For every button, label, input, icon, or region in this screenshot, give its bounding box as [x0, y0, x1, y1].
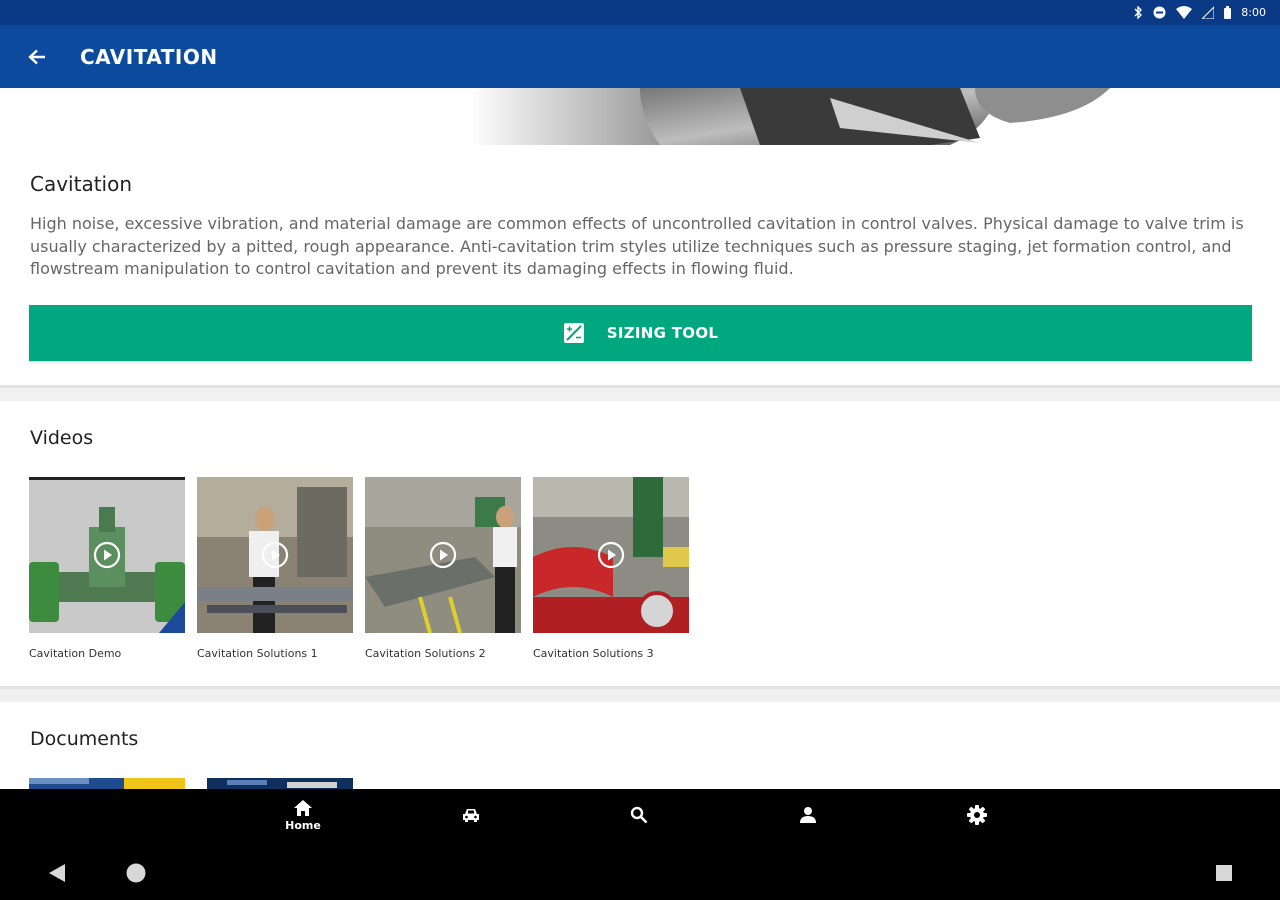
hero-image: [0, 88, 1280, 145]
play-icon: [429, 541, 457, 569]
play-icon: [597, 541, 625, 569]
wifi-icon: [1176, 6, 1193, 19]
system-back-button[interactable]: [45, 861, 69, 885]
car-icon: [463, 809, 479, 822]
documents-section: Documents: [0, 702, 1280, 790]
bottom-navigation: Home: [0, 789, 1280, 841]
video-card[interactable]: Cavitation Demo: [29, 477, 185, 660]
square-recents-icon: [1216, 865, 1232, 881]
calculator-icon: [563, 323, 584, 343]
system-navigation: [0, 841, 1280, 900]
status-bar: 8:00: [0, 0, 1280, 25]
documents-title: Documents: [30, 728, 139, 750]
home-icon: [294, 799, 312, 816]
video-card[interactable]: Cavitation Solutions 3: [533, 477, 689, 660]
nav-home[interactable]: Home: [263, 789, 343, 841]
system-home-button[interactable]: [124, 861, 148, 885]
do-not-disturb-icon: [1153, 6, 1166, 19]
video-thumbnail: [29, 477, 185, 633]
video-thumbnail: [533, 477, 689, 633]
videos-title: Videos: [30, 427, 94, 449]
system-recents-button[interactable]: [1212, 861, 1236, 885]
triangle-back-icon: [49, 864, 65, 882]
person-icon: [800, 807, 816, 823]
bluetooth-icon: [1133, 6, 1143, 19]
app-bar: CAVITATION: [0, 25, 1280, 88]
nav-vehicle[interactable]: [431, 789, 511, 841]
video-card[interactable]: Cavitation Solutions 2: [365, 477, 521, 660]
video-caption: Cavitation Solutions 2: [365, 647, 486, 660]
gear-icon: [967, 805, 987, 825]
video-thumbnail: [365, 477, 521, 633]
battery-icon: [1224, 6, 1232, 19]
intro-text: High noise, excessive vibration, and mat…: [30, 214, 1244, 278]
circle-home-icon: [126, 863, 146, 883]
video-thumbnail: [197, 477, 353, 633]
intro-title: Cavitation: [30, 172, 133, 196]
nav-profile[interactable]: [768, 789, 848, 841]
intro-section: Cavitation High noise, excessive vibrati…: [0, 145, 1280, 385]
video-caption: Cavitation Solutions 1: [197, 647, 318, 660]
play-icon: [261, 541, 289, 569]
sizing-tool-button[interactable]: SIZING TOOL: [29, 305, 1252, 361]
search-icon: [630, 806, 648, 824]
videos-section: Videos Cavitation Demo Cavitation Soluti…: [0, 401, 1280, 686]
video-card[interactable]: Cavitation Solutions 1: [197, 477, 353, 660]
nav-search[interactable]: [599, 789, 679, 841]
nav-settings[interactable]: [937, 789, 1017, 841]
section-divider: [0, 385, 1280, 401]
page-title: CAVITATION: [80, 44, 218, 69]
section-divider: [0, 686, 1280, 702]
arrow-back-icon: [28, 49, 45, 64]
status-time: 8:00: [1241, 6, 1266, 19]
play-icon: [93, 541, 121, 569]
signal-icon: [1202, 6, 1215, 19]
sizing-tool-label: SIZING TOOL: [606, 324, 719, 342]
back-button[interactable]: [0, 25, 74, 88]
video-caption: Cavitation Solutions 3: [533, 647, 654, 660]
video-caption: Cavitation Demo: [29, 647, 122, 660]
nav-home-label: Home: [285, 818, 321, 832]
